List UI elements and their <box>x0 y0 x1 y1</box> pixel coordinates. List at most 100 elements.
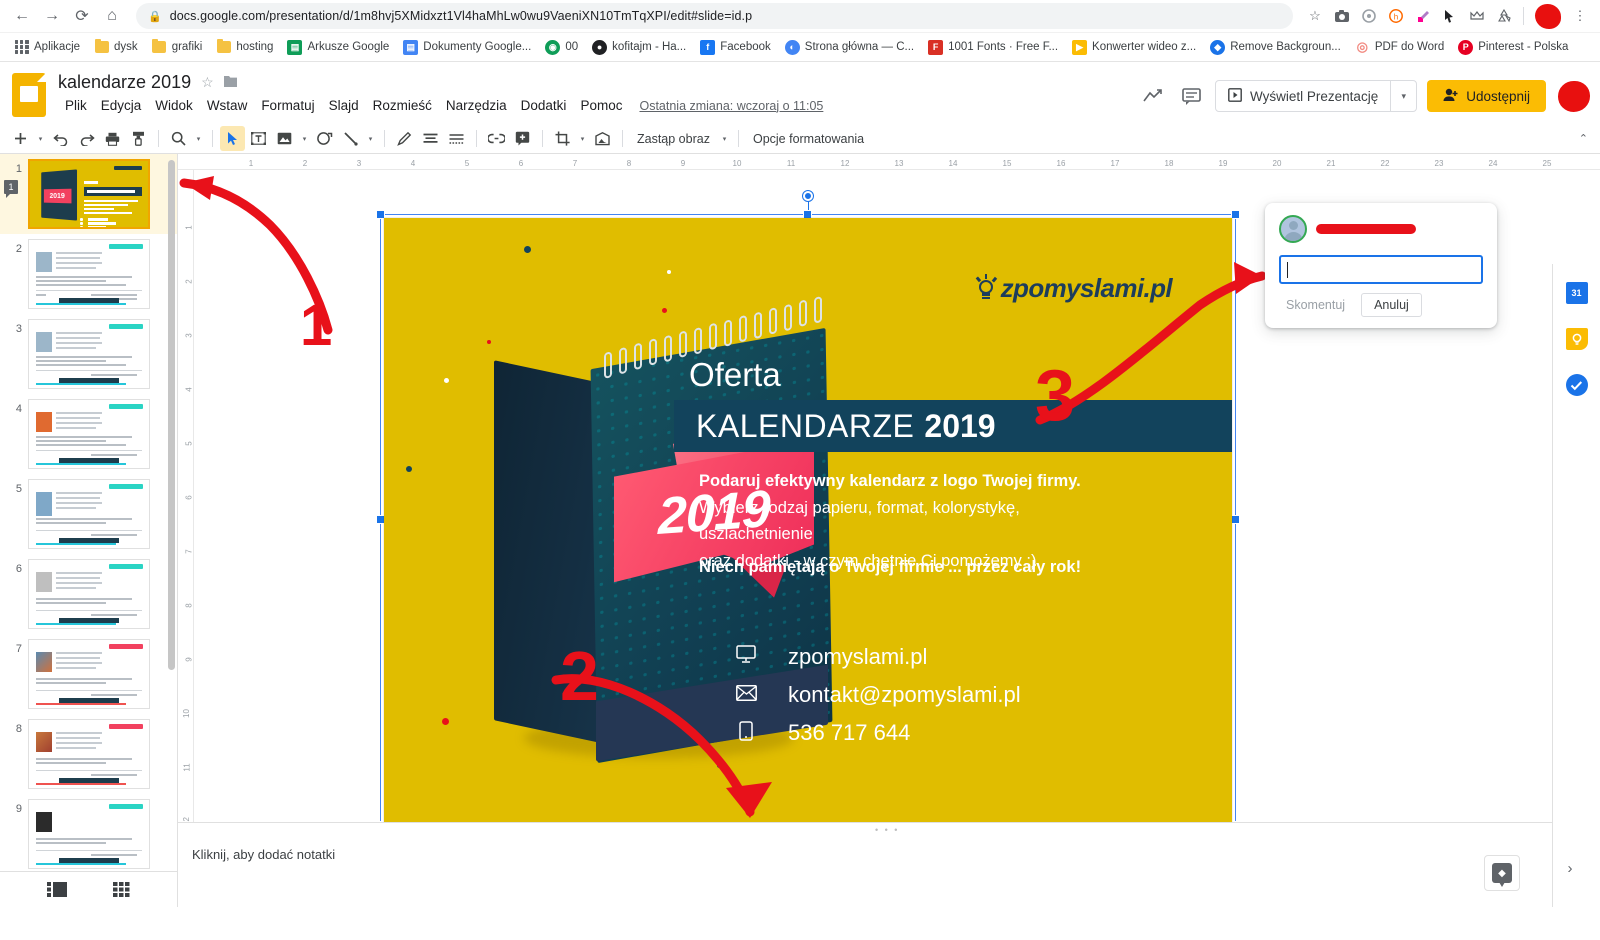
image-dropdown-icon[interactable]: ▾ <box>298 126 311 151</box>
slide-canvas[interactable]: zpomyslami.pl 2019 Oferta KALENDARZE 201… <box>384 218 1232 822</box>
last-edit-status[interactable]: Ostatnia zmiana: wczoraj o 11:05 <box>639 99 823 113</box>
camera-icon[interactable] <box>1330 4 1354 28</box>
thumbnail-slide-4[interactable]: 4 <box>0 394 177 474</box>
home-icon[interactable]: ⌂ <box>98 2 126 30</box>
bookmark-docs[interactable]: ▤ Dokumenty Google... <box>397 38 537 57</box>
grid-view-icon[interactable] <box>113 882 130 897</box>
comment-cancel-button[interactable]: Anuluj <box>1361 293 1422 317</box>
replace-image-dropdown-icon[interactable]: ▾ <box>718 126 731 151</box>
line-dropdown-icon[interactable]: ▾ <box>364 126 377 151</box>
thumbnail-slide-3[interactable]: 3 <box>0 314 177 394</box>
thumbnail-slide-8[interactable]: 8 <box>0 714 177 794</box>
bookmark-konwerter[interactable]: ▶ Konwerter wideo z... <box>1066 38 1202 57</box>
crop-dropdown-icon[interactable]: ▾ <box>576 126 589 151</box>
circle-icon[interactable] <box>1357 4 1381 28</box>
comment-submit-button[interactable]: Skomentuj <box>1279 294 1352 316</box>
redo-icon[interactable] <box>74 126 99 151</box>
bookmark-maps[interactable]: ◉ 00 <box>539 38 584 57</box>
filmstrip-view-icon[interactable] <box>47 882 67 897</box>
shape-icon[interactable] <box>312 126 337 151</box>
google-calendar-icon[interactable]: 31 <box>1565 282 1588 304</box>
thumbnail-slide-6[interactable]: 6 <box>0 554 177 634</box>
menu-slajd[interactable]: Slajd <box>322 95 366 116</box>
eyedropper-icon[interactable] <box>1411 4 1435 28</box>
bookmark-dysk[interactable]: dysk <box>88 38 144 57</box>
resize-handle-ne[interactable] <box>1231 210 1240 219</box>
crop-icon[interactable] <box>550 126 575 151</box>
bookmark-1001fonts[interactable]: F 1001 Fonts · Free F... <box>922 38 1064 57</box>
thumbnail-slide-5[interactable]: 5 <box>0 474 177 554</box>
mask-image-icon[interactable] <box>590 126 615 151</box>
print-icon[interactable] <box>100 126 125 151</box>
bookmark-facebook[interactable]: f Facebook <box>694 38 777 57</box>
replace-image-button[interactable]: Zastąp obraz <box>630 132 717 146</box>
insert-link-icon[interactable] <box>484 126 509 151</box>
select-tool-icon[interactable] <box>220 126 245 151</box>
bookmark-apps[interactable]: Aplikacje <box>8 38 86 57</box>
menu-dodatki[interactable]: Dodatki <box>514 95 574 116</box>
present-dropdown-icon[interactable]: ▾ <box>1390 81 1416 111</box>
bookmark-grafiki[interactable]: grafiki <box>146 38 209 57</box>
comment-input[interactable] <box>1279 255 1483 284</box>
text-box-icon[interactable] <box>246 126 271 151</box>
google-tasks-icon[interactable] <box>1565 374 1588 396</box>
new-slide-icon[interactable] <box>8 126 33 151</box>
bookmark-kofitajm[interactable]: ● kofitajm - Ha... <box>586 38 692 57</box>
address-bar[interactable]: 🔒 docs.google.com/presentation/d/1m8hvj5… <box>136 3 1293 29</box>
notes-placeholder[interactable]: Kliknij, aby dodać notatki <box>192 847 335 862</box>
add-comment-icon[interactable] <box>510 126 535 151</box>
menu-wstaw[interactable]: Wstaw <box>200 95 255 116</box>
new-slide-dropdown-icon[interactable]: ▾ <box>34 126 47 151</box>
bookmark-sheets[interactable]: ▤ Arkusze Google <box>281 38 395 57</box>
speaker-notes-bar[interactable]: • • • Kliknij, aby dodać notatki <box>178 822 1600 907</box>
filmstrip-scrollbar[interactable] <box>168 160 175 670</box>
align-icon[interactable] <box>418 126 443 151</box>
forward-icon[interactable]: → <box>38 2 66 30</box>
format-options-button[interactable]: Opcje formatowania <box>746 132 871 146</box>
menu-plik[interactable]: Plik <box>58 95 94 116</box>
reload-icon[interactable]: ⟳ <box>68 2 96 30</box>
menu-rozmiesc[interactable]: Rozmieść <box>366 95 439 116</box>
bookmark-remove-bg[interactable]: ◆ Remove Backgroun... <box>1204 38 1347 57</box>
paint-format-icon[interactable] <box>126 126 151 151</box>
google-slides-logo-icon[interactable] <box>12 73 46 117</box>
collapse-toolbar-icon[interactable]: ⌃ <box>1579 132 1588 145</box>
document-title[interactable]: kalendarze 2019 <box>58 72 191 93</box>
cursor-icon[interactable] <box>1438 4 1462 28</box>
present-button[interactable]: Wyświetl Prezentację <box>1216 81 1390 111</box>
profile-avatar[interactable] <box>1535 3 1561 29</box>
insert-image-icon[interactable] <box>272 126 297 151</box>
crown-icon[interactable] <box>1465 4 1489 28</box>
explore-button[interactable] <box>1484 855 1520 891</box>
share-button[interactable]: Udostępnij <box>1427 80 1546 112</box>
bookmark-pdf-do-word[interactable]: ◎ PDF do Word <box>1349 38 1450 57</box>
thumbnail-slide-1[interactable]: 1 1 <box>0 154 177 234</box>
zoom-icon[interactable] <box>166 126 191 151</box>
chrome-menu-icon[interactable]: ⋮ <box>1568 4 1592 28</box>
honey-icon[interactable]: h <box>1384 4 1408 28</box>
menu-pomoc[interactable]: Pomoc <box>573 95 629 116</box>
horizontal-ruler[interactable]: 1 2 3 4 5 6 7 8 9 10 11 12 13 14 15 16 17 18 19 20 21 22 23 24 2… <box>178 154 1600 170</box>
thumbnail-slide-2[interactable]: 2 <box>0 234 177 314</box>
menu-narzedzia[interactable]: Narzędzia <box>439 95 514 116</box>
line-spacing-icon[interactable] <box>444 126 469 151</box>
zoom-dropdown-icon[interactable]: ▾ <box>192 126 205 151</box>
menu-edycja[interactable]: Edycja <box>94 95 149 116</box>
recycle-icon[interactable] <box>1492 4 1516 28</box>
undo-icon[interactable] <box>48 126 73 151</box>
account-avatar[interactable] <box>1558 80 1590 112</box>
google-keep-icon[interactable] <box>1565 328 1588 350</box>
activity-dashboard-icon[interactable] <box>1139 82 1167 110</box>
star-icon[interactable]: ☆ <box>1303 4 1327 28</box>
rotate-handle[interactable] <box>803 191 813 201</box>
resize-handle-e[interactable] <box>1231 515 1240 524</box>
thumbnail-slide-7[interactable]: 7 <box>0 634 177 714</box>
comment-count-badge[interactable]: 1 <box>4 180 18 198</box>
back-icon[interactable]: ← <box>8 2 36 30</box>
star-icon[interactable]: ☆ <box>201 74 214 91</box>
menu-formatuj[interactable]: Formatuj <box>254 95 321 116</box>
bookmark-pinterest[interactable]: P Pinterest - Polska <box>1452 38 1574 57</box>
notes-resize-grip[interactable]: • • • <box>875 825 899 835</box>
pen-icon[interactable] <box>392 126 417 151</box>
bookmark-hosting[interactable]: hosting <box>210 38 279 57</box>
